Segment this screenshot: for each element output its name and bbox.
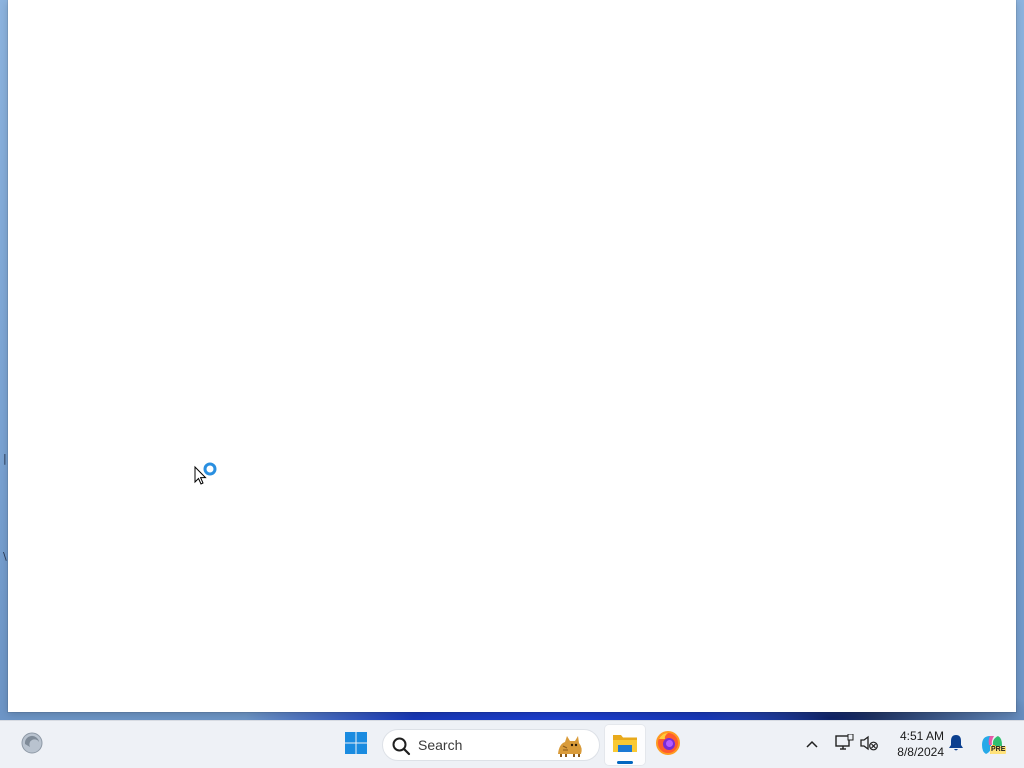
search-placeholder: Search: [418, 737, 463, 753]
copilot-pre-badge: PRE: [990, 746, 1007, 754]
start-button[interactable]: [336, 725, 376, 765]
desktop-edge-artifact: |: [3, 452, 7, 465]
widgets-icon: [20, 731, 44, 760]
bell-icon: [948, 734, 964, 757]
search-icon: [391, 736, 411, 761]
copilot-icon: PRE: [979, 733, 1007, 757]
chevron-up-icon: [805, 736, 819, 754]
network-status-button[interactable]: [832, 733, 856, 757]
clock-time: 4:51 AM: [899, 729, 944, 743]
clock-date: 8/8/2024: [897, 745, 944, 759]
network-icon: [834, 733, 854, 757]
taskbar-clock[interactable]: 4:51 AM 8/8/2024: [888, 728, 944, 760]
copilot-preview-button[interactable]: PRE: [978, 733, 1007, 757]
windows-logo-icon: [344, 731, 368, 760]
taskbar: Search 4:51 AM 8/8/2024 PRE: [0, 720, 1024, 768]
taskbar-search-box[interactable]: Search: [382, 729, 600, 761]
widgets-button[interactable]: [12, 725, 52, 765]
taskbar-app-file-explorer[interactable]: [605, 725, 645, 765]
desktop-edge-artifact: \: [3, 550, 7, 563]
firefox-icon: [655, 730, 681, 761]
busy-cursor-icon: [194, 462, 220, 490]
speaker-muted-icon: [859, 734, 879, 757]
active-app-indicator: [617, 761, 633, 764]
blank-app-window[interactable]: [8, 0, 1016, 712]
taskbar-app-firefox[interactable]: [648, 725, 688, 765]
search-highlight-cat-icon: [555, 732, 585, 763]
folder-icon: [612, 731, 638, 760]
notifications-button[interactable]: [944, 733, 968, 757]
volume-button[interactable]: [857, 733, 881, 757]
show-hidden-icons-button[interactable]: [800, 733, 824, 757]
